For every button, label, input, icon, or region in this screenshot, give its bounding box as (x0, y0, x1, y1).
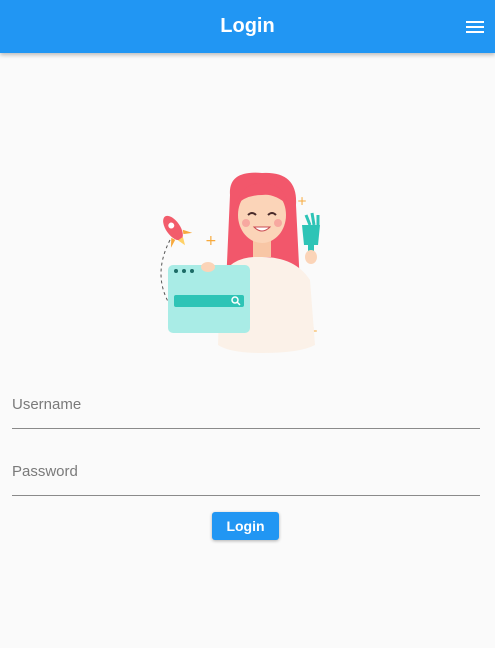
girl-with-browser-illustration: + + + (160, 172, 320, 353)
svg-text:+: + (205, 233, 217, 249)
svg-text:+: + (297, 194, 307, 208)
menu-icon (466, 21, 484, 33)
password-input[interactable] (12, 452, 480, 490)
username-input[interactable] (12, 385, 480, 423)
password-underline (12, 495, 480, 496)
username-field[interactable] (12, 385, 480, 429)
menu-button[interactable] (463, 15, 487, 39)
login-button[interactable]: Login (212, 512, 279, 540)
rocket-icon (163, 215, 193, 248)
password-field[interactable] (12, 452, 480, 496)
page-title: Login (220, 15, 275, 37)
browser-window-icon (168, 265, 250, 333)
username-underline (12, 428, 480, 429)
app-bar: Login (0, 0, 495, 53)
